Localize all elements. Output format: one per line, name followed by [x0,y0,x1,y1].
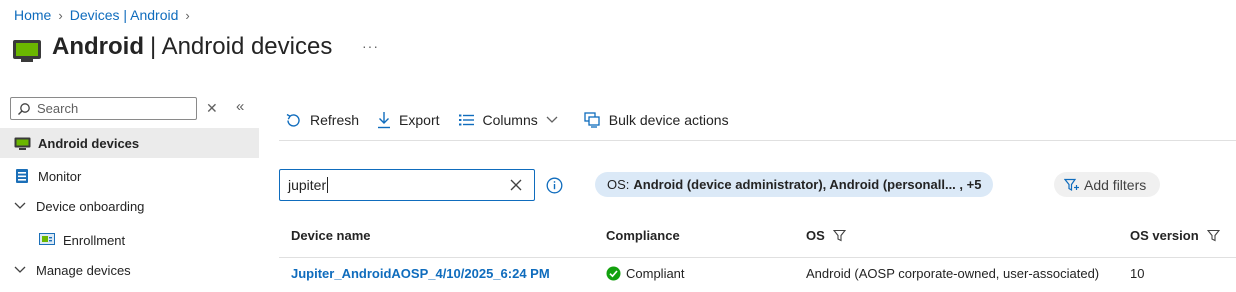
column-header-compliance[interactable]: Compliance [606,228,680,243]
refresh-button[interactable]: Refresh [285,104,359,136]
add-filters-button[interactable]: Add filters [1054,172,1161,197]
enrollment-icon [38,233,56,247]
android-device-icon [13,40,41,62]
column-header-os-version[interactable]: OS version [1130,228,1220,243]
bulk-actions-icon [584,112,600,128]
os-filter-pill[interactable]: OS: Android (device administrator), Andr… [595,172,994,197]
check-circle-icon [606,266,621,281]
sidebar-item-manage-devices[interactable]: Manage devices [0,255,259,285]
device-search-value: jupiter [288,177,327,193]
info-icon[interactable] [546,177,563,194]
device-name-link[interactable]: Jupiter_AndroidAOSP_4/10/2025_6:24 PM [291,266,550,281]
device-search-input[interactable]: jupiter [279,169,535,201]
table-header-divider [279,257,1236,258]
filter-icon[interactable] [1206,229,1220,242]
sidebar-item-android-devices[interactable]: Android devices [0,128,259,158]
sidebar-item-label: Enrollment [63,232,126,248]
chevron-right-icon: › [185,7,190,23]
column-header-label: OS [806,228,825,243]
page-title: Android | Android devices [12,33,333,62]
compliance-status: Compliant [606,266,685,281]
sidebar-item-label: Android devices [38,135,140,151]
add-filters-label: Add filters [1084,176,1147,193]
clear-search-icon[interactable] [508,177,524,193]
more-options-icon[interactable]: ··· [362,38,379,54]
chevron-down-icon [14,266,26,273]
column-header-label: Device name [291,228,371,243]
breadcrumb-devices-android[interactable]: Devices | Android [70,7,179,23]
column-header-os[interactable]: OS [806,228,846,243]
columns-icon [458,114,474,126]
page-title-rest: | Android devices [149,33,333,60]
column-header-device-name[interactable]: Device name [291,228,371,243]
breadcrumb: Home › Devices | Android › [14,7,197,23]
page-title-bold: Android [52,33,144,60]
column-header-label: OS version [1130,228,1199,243]
chevron-right-icon: › [58,7,63,23]
search-icon [18,102,30,115]
android-device-icon [13,137,31,150]
export-label: Export [399,112,440,128]
collapse-sidebar-icon[interactable]: « [236,98,244,115]
command-bar: Refresh Export Columns Bulk device actio… [279,104,1236,141]
sidebar-item-label: Device onboarding [36,198,145,214]
export-button[interactable]: Export [377,104,440,136]
breadcrumb-home[interactable]: Home [14,7,51,23]
columns-label: Columns [482,112,538,128]
refresh-icon [286,113,300,127]
text-cursor [327,177,329,193]
os-cell: Android (AOSP corporate-owned, user-asso… [806,266,1100,281]
sidebar-item-device-onboarding[interactable]: Device onboarding [0,191,259,221]
refresh-label: Refresh [310,112,360,128]
sidebar-search-input[interactable]: Search [10,97,197,120]
sidebar-item-label: Manage devices [36,262,131,278]
os-version-cell: 10 [1130,266,1145,281]
sidebar-item-enrollment[interactable]: Enrollment [0,225,259,255]
bulk-device-actions-button[interactable]: Bulk device actions [584,104,729,136]
download-icon [378,112,391,129]
bulk-device-actions-label: Bulk device actions [608,112,729,128]
os-filter-prefix: OS: [607,177,630,192]
sidebar-search-placeholder: Search [37,101,79,116]
columns-button[interactable]: Columns [458,104,566,136]
chevron-down-icon [546,116,558,123]
sidebar-item-label: Monitor [38,168,82,184]
sidebar-item-monitor[interactable]: Monitor [0,161,259,191]
close-icon[interactable]: ✕ [206,100,218,117]
os-filter-value: Android (device administrator), Android … [633,177,982,192]
filter-icon[interactable] [832,229,846,242]
compliance-label: Compliant [626,266,685,281]
filter-icon [1064,178,1079,191]
chevron-down-icon [14,202,26,209]
monitor-icon [13,168,31,184]
column-header-label: Compliance [606,228,680,243]
sidebar: Search ✕ « Android devices Monitor Devic… [0,92,259,292]
